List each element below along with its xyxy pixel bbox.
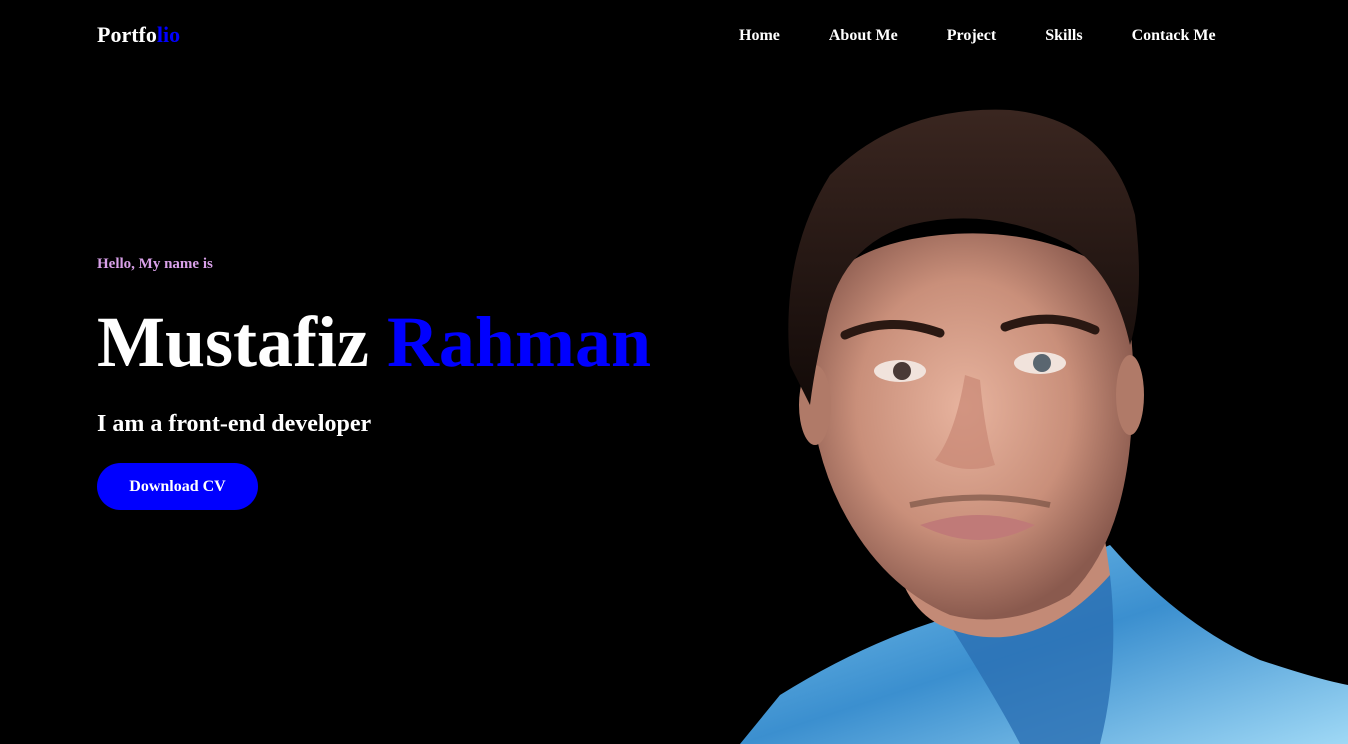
hero-last-name: Rahman	[386, 302, 651, 382]
logo-accent: lio	[156, 22, 181, 47]
nav-project-link[interactable]: Project	[947, 27, 996, 45]
site-logo[interactable]: Portfolio	[97, 22, 180, 48]
profile-photo	[740, 109, 1348, 744]
main-nav: Home About Me Project Skills Contack Me	[739, 27, 1216, 45]
nav-skills-link[interactable]: Skills	[1045, 27, 1082, 45]
nav-home-link[interactable]: Home	[739, 27, 780, 45]
nav-contact-link[interactable]: Contack Me	[1132, 27, 1216, 45]
hero-section: Hello, My name is Mustafiz Rahman I am a…	[97, 256, 651, 438]
logo-main: Portfo	[97, 22, 157, 47]
download-cv-button[interactable]: Download CV	[97, 463, 258, 510]
hero-name: Mustafiz Rahman	[97, 306, 651, 378]
hero-first-name: Mustafiz	[97, 302, 369, 382]
hero-greeting: Hello, My name is	[97, 256, 213, 272]
hero-role: I am a front-end developer	[97, 411, 372, 437]
nav-about-link[interactable]: About Me	[829, 27, 898, 45]
